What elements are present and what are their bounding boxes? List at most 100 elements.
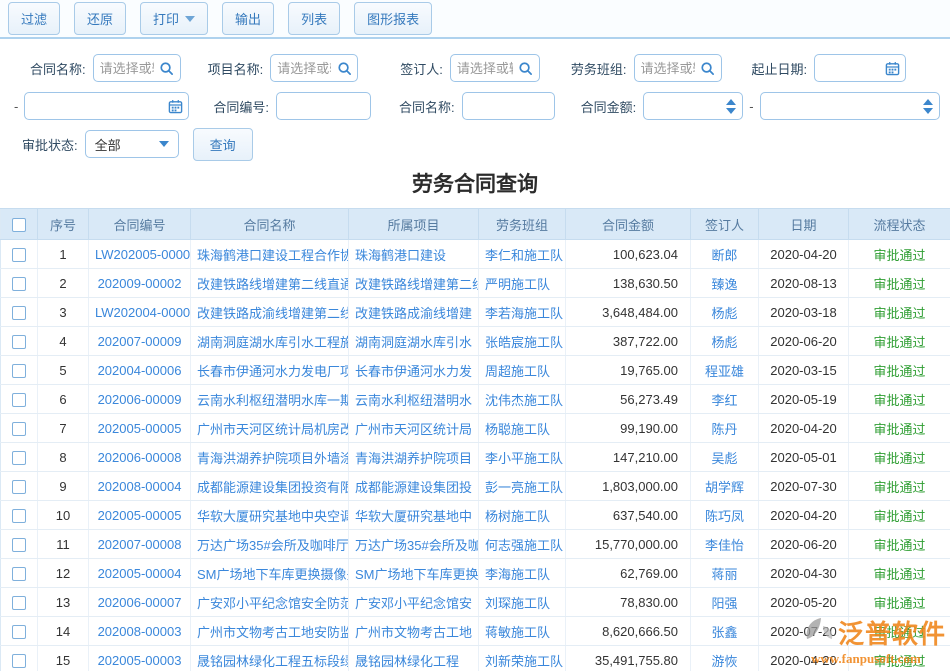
project-name-cell[interactable]: 成都能源建设集团投	[349, 472, 479, 501]
col-header-no[interactable]: 序号	[38, 209, 89, 240]
contract-code-link[interactable]: 202006-00009	[89, 385, 191, 414]
caret-up-icon[interactable]	[923, 99, 933, 105]
select-all-checkbox[interactable]	[12, 218, 26, 232]
search-icon[interactable]	[700, 60, 716, 76]
number-stepper[interactable]	[923, 99, 933, 114]
signer-cell[interactable]: 杨彪	[691, 298, 759, 327]
row-checkbox[interactable]	[12, 335, 26, 349]
contract-name-cell[interactable]: 湖南洞庭湖水库引水工程施工	[191, 327, 349, 356]
signer-cell[interactable]: 断郎	[691, 240, 759, 269]
labor-team-cell[interactable]: 刘琛施工队	[479, 588, 566, 617]
row-checkbox[interactable]	[12, 277, 26, 291]
contract-code-link[interactable]: 202008-00003	[89, 617, 191, 646]
col-header-code[interactable]: 合同编号	[89, 209, 191, 240]
query-button[interactable]: 查询	[193, 128, 253, 161]
project-name-cell[interactable]: 改建铁路线增建第二线	[349, 269, 479, 298]
row-checkbox[interactable]	[12, 480, 26, 494]
search-icon[interactable]	[159, 60, 175, 76]
project-name-cell[interactable]: SM广场地下车库更换	[349, 559, 479, 588]
labor-team-cell[interactable]: 蒋敏施工队	[479, 617, 566, 646]
contract-name-cell[interactable]: 改建铁路线增建第二线直通	[191, 269, 349, 298]
contract-code-link[interactable]: 202005-00005	[89, 414, 191, 443]
contract-code-link[interactable]: 202004-00006	[89, 356, 191, 385]
labor-team-cell[interactable]: 杨聪施工队	[479, 414, 566, 443]
signer-cell[interactable]: 蒋丽	[691, 559, 759, 588]
contract-code-link[interactable]: 202006-00008	[89, 443, 191, 472]
contract-code-link[interactable]: 202007-00008	[89, 530, 191, 559]
contract-name-cell[interactable]: 青海洪湖养护院项目外墙涂料	[191, 443, 349, 472]
labor-team-cell[interactable]: 李仁和施工队	[479, 240, 566, 269]
contract-name-cell[interactable]: 珠海鹤港口建设工程合作协议	[191, 240, 349, 269]
col-header-name[interactable]: 合同名称	[191, 209, 349, 240]
labor-team-cell[interactable]: 周超施工队	[479, 356, 566, 385]
labor-team-cell[interactable]: 彭一亮施工队	[479, 472, 566, 501]
row-checkbox[interactable]	[12, 509, 26, 523]
calendar-icon[interactable]	[167, 98, 183, 114]
contract-name-cell[interactable]: 广安邓小平纪念馆安全防范	[191, 588, 349, 617]
project-name-cell[interactable]: 长春市伊通河水力发	[349, 356, 479, 385]
signer-cell[interactable]: 张鑫	[691, 617, 759, 646]
col-header-team[interactable]: 劳务班组	[479, 209, 566, 240]
project-name-cell[interactable]: 广州市文物考古工地	[349, 617, 479, 646]
caret-down-icon[interactable]	[923, 108, 933, 114]
calendar-icon[interactable]	[884, 60, 900, 76]
labor-team-cell[interactable]: 严明施工队	[479, 269, 566, 298]
signer-cell[interactable]: 胡学辉	[691, 472, 759, 501]
project-name-cell[interactable]: 云南水利枢纽潜明水	[349, 385, 479, 414]
signer-cell[interactable]: 李佳怡	[691, 530, 759, 559]
project-name-cell[interactable]: 广安邓小平纪念馆安	[349, 588, 479, 617]
labor-team-cell[interactable]: 杨树施工队	[479, 501, 566, 530]
signer-cell[interactable]: 吴彪	[691, 443, 759, 472]
row-checkbox[interactable]	[12, 422, 26, 436]
contract-name-cell[interactable]: 改建铁路成渝线增建第二线	[191, 298, 349, 327]
labor-team-cell[interactable]: 刘新荣施工队	[479, 646, 566, 671]
contract-name-cell[interactable]: 万达广场35#会所及咖啡厅	[191, 530, 349, 559]
contract-name-cell[interactable]: 长春市伊通河水力发电厂项目	[191, 356, 349, 385]
print-button[interactable]: 打印	[140, 2, 208, 35]
row-checkbox[interactable]	[12, 596, 26, 610]
project-name-cell[interactable]: 改建铁路成渝线增建	[349, 298, 479, 327]
contract-name-cell[interactable]: 成都能源建设集团投资有限公	[191, 472, 349, 501]
project-name-cell[interactable]: 湖南洞庭湖水库引水	[349, 327, 479, 356]
row-checkbox[interactable]	[12, 306, 26, 320]
labor-team-cell[interactable]: 沈伟杰施工队	[479, 385, 566, 414]
row-checkbox[interactable]	[12, 248, 26, 262]
search-icon[interactable]	[336, 60, 352, 76]
graph-report-button[interactable]: 图形报表	[354, 2, 432, 35]
labor-team-cell[interactable]: 李小平施工队	[479, 443, 566, 472]
contract-code-link[interactable]: LW202004-00007	[89, 298, 191, 327]
number-stepper[interactable]	[726, 99, 736, 114]
end-date-input[interactable]	[25, 93, 188, 119]
project-name-cell[interactable]: 晟铭园林绿化工程	[349, 646, 479, 671]
signer-cell[interactable]: 游恢	[691, 646, 759, 671]
row-checkbox[interactable]	[12, 538, 26, 552]
caret-up-icon[interactable]	[726, 99, 736, 105]
labor-team-cell[interactable]: 李海施工队	[479, 559, 566, 588]
amount-max-input[interactable]	[761, 93, 939, 119]
row-checkbox[interactable]	[12, 451, 26, 465]
col-header-signer[interactable]: 签订人	[691, 209, 759, 240]
project-name-cell[interactable]: 华软大厦研究基地中	[349, 501, 479, 530]
col-header-date[interactable]: 日期	[759, 209, 849, 240]
labor-team-cell[interactable]: 张皓宸施工队	[479, 327, 566, 356]
list-button[interactable]: 列表	[288, 2, 340, 35]
contract-code-link[interactable]: LW202005-00001	[89, 240, 191, 269]
row-checkbox[interactable]	[12, 654, 26, 668]
project-name-cell[interactable]: 珠海鹤港口建设	[349, 240, 479, 269]
col-header-project[interactable]: 所属项目	[349, 209, 479, 240]
contract-name-cell[interactable]: 云南水利枢纽潜明水库一期	[191, 385, 349, 414]
contract-code-link[interactable]: 202008-00004	[89, 472, 191, 501]
signer-cell[interactable]: 陈巧凤	[691, 501, 759, 530]
row-checkbox[interactable]	[12, 567, 26, 581]
contract-code-link[interactable]: 202005-00003	[89, 646, 191, 671]
contract-code-link[interactable]: 202007-00009	[89, 327, 191, 356]
project-name-cell[interactable]: 广州市天河区统计局	[349, 414, 479, 443]
export-button[interactable]: 输出	[222, 2, 274, 35]
contract-name-cell[interactable]: 广州市天河区统计局机房改造	[191, 414, 349, 443]
row-checkbox[interactable]	[12, 393, 26, 407]
signer-cell[interactable]: 杨彪	[691, 327, 759, 356]
contract-code-link[interactable]: 202009-00002	[89, 269, 191, 298]
signer-cell[interactable]: 李红	[691, 385, 759, 414]
labor-team-cell[interactable]: 何志强施工队	[479, 530, 566, 559]
signer-cell[interactable]: 程亚雄	[691, 356, 759, 385]
